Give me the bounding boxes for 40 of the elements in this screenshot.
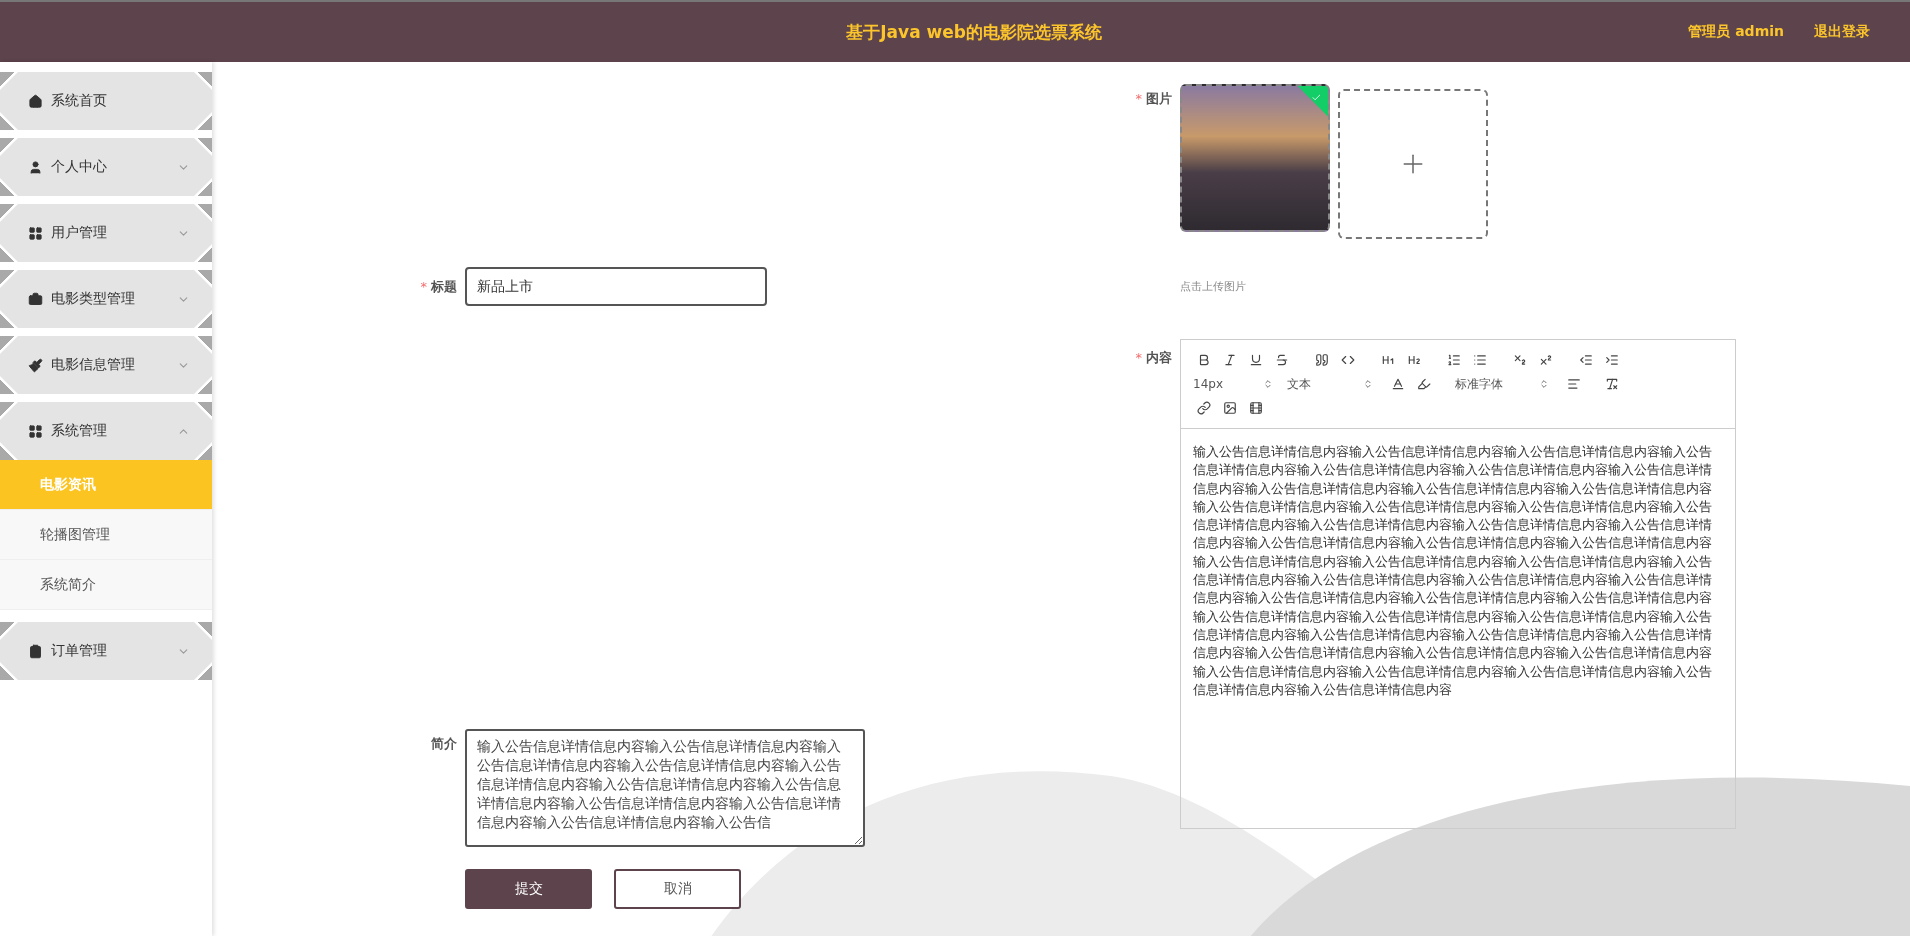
briefcase-icon <box>28 291 43 307</box>
brush-icon <box>28 357 43 373</box>
required-mark: * <box>420 279 427 294</box>
sort-arrows-icon <box>1263 379 1273 389</box>
upload-hint: 点击上传图片 <box>1180 279 1247 294</box>
cancel-button[interactable]: 取消 <box>614 869 741 909</box>
submenu-item[interactable]: 轮播图管理 <box>0 510 212 560</box>
field-label: 标题 <box>431 279 457 294</box>
sidebar-item[interactable]: 订单管理 <box>0 622 212 680</box>
upload-button[interactable] <box>1338 89 1488 239</box>
sidebar-item[interactable]: 系统首页 <box>0 72 212 130</box>
editor-content: 输入公告信息详情信息内容输入公告信息详情信息内容输入公告信息详情信息内容输入公告信息详情信息内容输入公告信息详情信息内容输入公告信息详情信息内容输入公告信息详情信息内容输入公告信息详情信息内容输入公告信息详情信息内容输入公告信息详情信息内容输入公告信息详情信息内容输入公告信息详情信息内容输入公告信息详情信息内容输入公告信息详情信息内容输入公告信息详情信息内容输入公告信息详情信息内容输入公告信息详情信息内容输入公告信息详情信息内容输入公告信息详情信息内容输入公告信息详情信息内容输入公告信息详情信息内容输入公告信息详情信息内容输入公告信息详情信息内容输入公告信息详情信息内容输入公告信息详情信息内容输入公告信息详情信息内容输入公告信息详情信息内容输入公告信息详情信息内容输入公告信息详情信息内容输入公告信息详情信息内容输入公告信息详情信息内容输入公告信息详情信息内容输入公告信息详情信息内容输入公告信息详情信息内容输入公告信息详情信息内容输入公告信息详情信息内容输入公告信息详情信息内容输入公告信息详情信息内容输入公告信息详情信息内容输入公告信息详情信息内容输入公告信息详情信息内容输入公告信息详情信息内容输入公告信息详情信息内容输入公告信息详情信息内容输入公告信息详情信息内容 <box>1192 443 1713 699</box>
required-mark: * <box>1135 91 1142 106</box>
block-type-select[interactable]: 文本 <box>1287 375 1373 393</box>
submenu-item[interactable]: 系统简介 <box>0 560 212 610</box>
sidebar-item[interactable]: 个人中心 <box>0 138 212 196</box>
submit-button[interactable]: 提交 <box>465 869 592 909</box>
intro-textarea[interactable]: 输入公告信息详情信息内容输入公告信息详情信息内容输入公告信息详情信息内容输入公告信息详情信息内容输入公告信息详情信息内容输入公告信息详情信息内容输入公告信息详情信息内容输入公告信息详情信息内容输入公告信息详情信息内容输入公告信息详情信息内容输入公告信 <box>465 729 865 847</box>
sidebar-item[interactable]: 电影类型管理 <box>0 270 212 328</box>
field-label: 内容 <box>1146 350 1172 365</box>
title-input[interactable]: 新品上市 <box>465 267 767 306</box>
field-label: 图片 <box>1146 91 1172 106</box>
sidebar-item[interactable]: 电影信息管理 <box>0 336 212 394</box>
field-label: 简介 <box>431 736 457 751</box>
sort-arrows-icon <box>1363 379 1373 389</box>
sidebar-item[interactable]: 用户管理 <box>0 204 212 262</box>
font-family-select[interactable]: 标准字体 <box>1455 375 1549 393</box>
font-size-select[interactable]: 14px <box>1193 377 1273 391</box>
grid-icon <box>28 225 43 241</box>
required-mark: * <box>1135 350 1142 365</box>
rich-text-editor[interactable] <box>1180 339 1736 829</box>
sort-arrows-icon <box>1539 379 1549 389</box>
grid-icon <box>28 423 43 439</box>
sidebar-item[interactable]: 系统管理 <box>0 402 212 460</box>
user-icon <box>28 159 43 175</box>
home-icon <box>28 93 43 109</box>
check-icon <box>1311 92 1322 103</box>
user-label: 管理员 admin <box>1688 23 1784 41</box>
app-title: 基于Java web的电影院选票系统 <box>845 20 1103 44</box>
logout-link[interactable]: 退出登录 <box>1814 23 1870 41</box>
